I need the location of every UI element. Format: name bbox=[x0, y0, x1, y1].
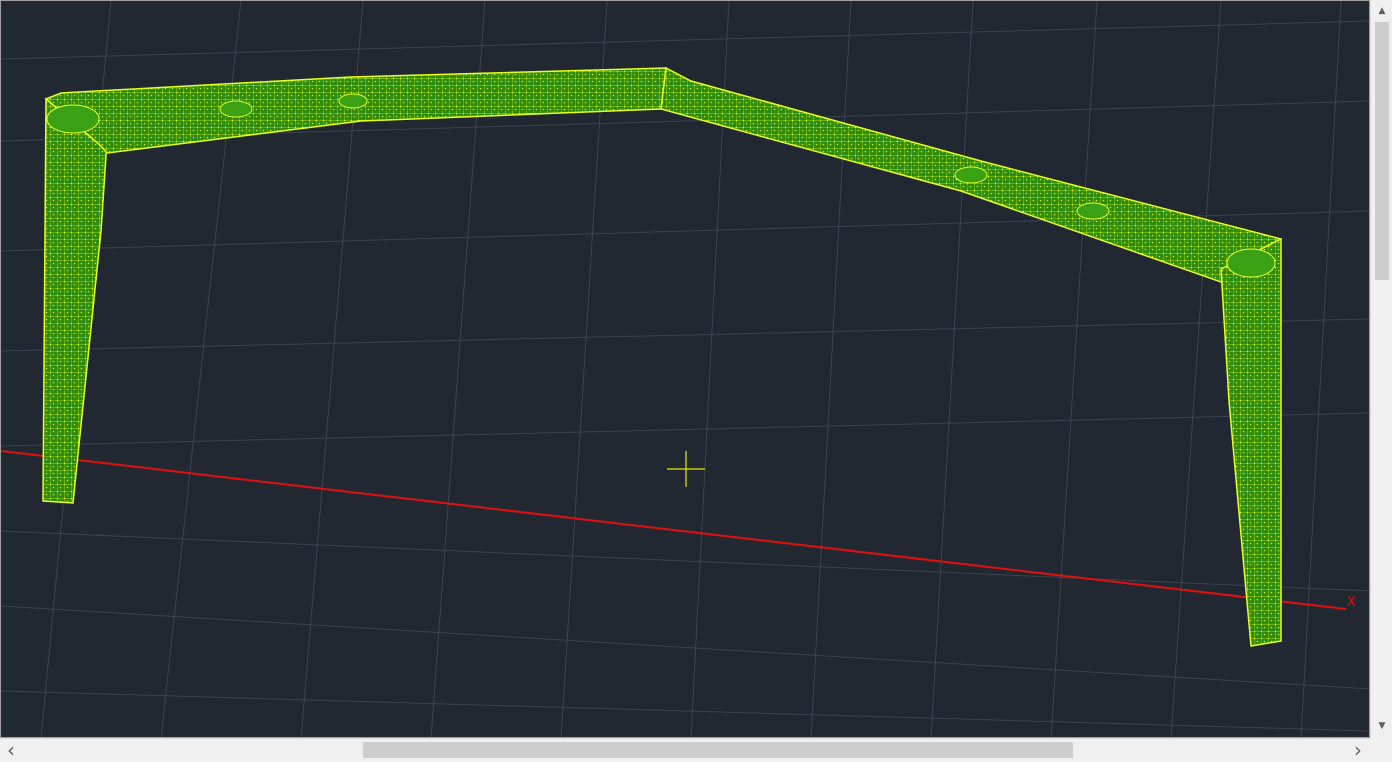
scroll-down-arrow-icon[interactable]: ▼ bbox=[1372, 716, 1392, 736]
vertical-scrollbar[interactable]: ▲ ▼ bbox=[1370, 0, 1392, 738]
drawing-viewport[interactable]: X bbox=[0, 0, 1370, 738]
x-axis-line bbox=[1, 450, 1347, 610]
left-column[interactable] bbox=[42, 97, 108, 504]
scroll-up-arrow-icon[interactable]: ▲ bbox=[1372, 1, 1392, 21]
x-axis-label: X bbox=[1347, 595, 1356, 610]
crosshair-cursor bbox=[667, 451, 705, 487]
portal-frame-mesh[interactable] bbox=[42, 66, 1282, 647]
vertical-scroll-thumb[interactable] bbox=[1375, 22, 1389, 280]
scrollbar-corner bbox=[1370, 738, 1392, 760]
model-space-canvas[interactable] bbox=[1, 1, 1370, 738]
scroll-left-arrow-icon[interactable]: ‹ bbox=[1, 738, 21, 762]
left-rafter[interactable] bbox=[44, 67, 667, 154]
scroll-right-arrow-icon[interactable]: › bbox=[1348, 738, 1368, 762]
horizontal-scrollbar[interactable]: ‹ › bbox=[0, 738, 1370, 762]
cad-window: X ▲ ▼ ‹ › bbox=[0, 0, 1392, 762]
horizontal-scroll-thumb[interactable] bbox=[363, 742, 1073, 758]
